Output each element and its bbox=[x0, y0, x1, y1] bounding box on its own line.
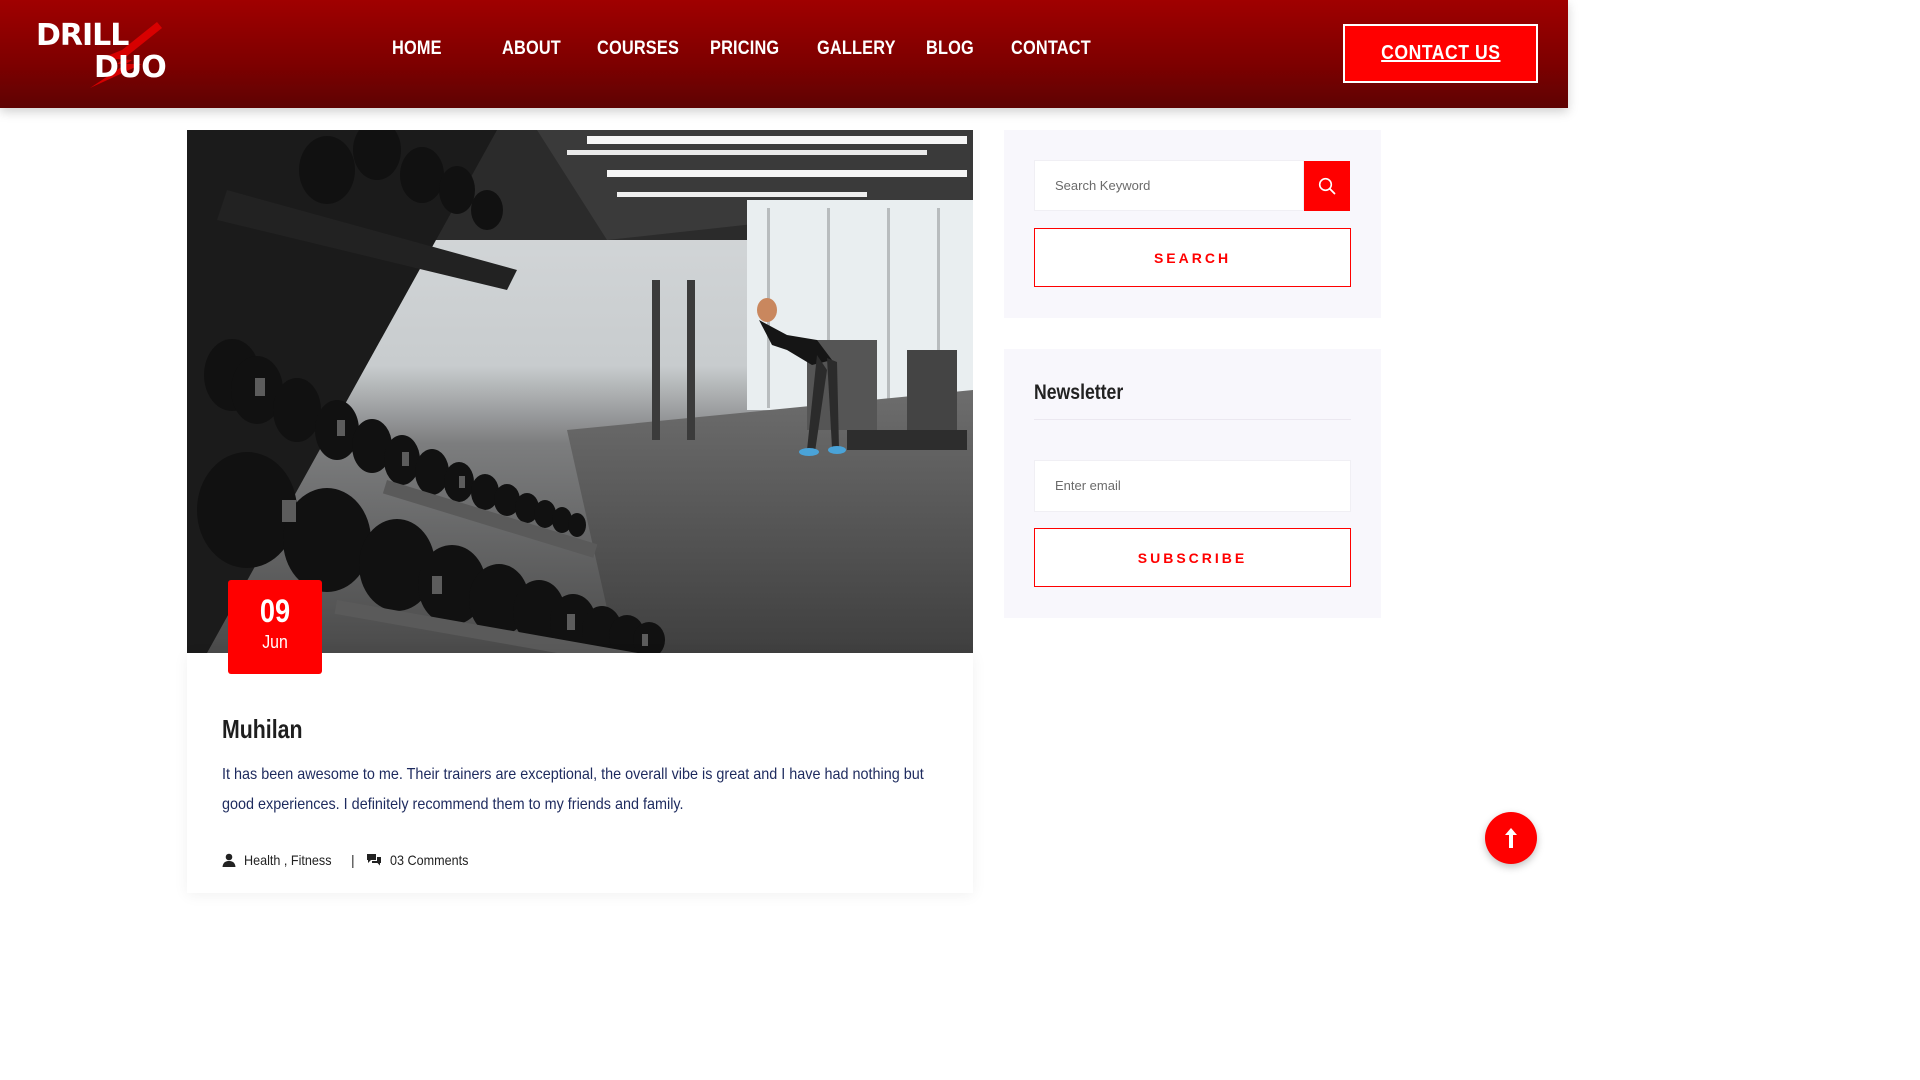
post-comments-link[interactable]: 03 Comments bbox=[390, 852, 468, 868]
search-widget: Search Keyword SEARCH bbox=[1004, 130, 1381, 318]
post-meta: Health , Fitness | 03 Comments bbox=[222, 852, 477, 868]
post-date-day: 09 bbox=[259, 593, 291, 629]
nav-courses[interactable]: COURSES bbox=[597, 38, 694, 60]
site-logo[interactable]: DRILL DUO bbox=[34, 16, 176, 90]
post-featured-image[interactable] bbox=[187, 130, 973, 653]
main-nav: HOME ABOUT COURSES PRICING GALLERY BLOG … bbox=[392, 38, 1101, 60]
user-icon bbox=[222, 853, 236, 867]
site-header: DRILL DUO HOME ABOUT COURSES PRICING GAL… bbox=[0, 0, 1568, 108]
scroll-to-top-button[interactable] bbox=[1485, 812, 1537, 864]
nav-contact[interactable]: CONTACT bbox=[1011, 38, 1091, 60]
newsletter-widget: Newsletter Enter email SUBSCRIBE bbox=[1004, 349, 1381, 618]
newsletter-title: Newsletter bbox=[1034, 381, 1124, 404]
gym-photo-illustration bbox=[187, 130, 973, 653]
post-date-month: Jun bbox=[262, 632, 288, 652]
logo-text-drill: DRILL bbox=[36, 18, 129, 53]
search-input[interactable]: Search Keyword bbox=[1034, 160, 1304, 211]
search-button[interactable]: SEARCH bbox=[1034, 228, 1351, 287]
contact-us-label: CONTACT US bbox=[1380, 42, 1501, 64]
search-icon-button[interactable] bbox=[1304, 161, 1350, 211]
post-excerpt: It has been awesome to me. Their trainer… bbox=[222, 760, 952, 820]
subscribe-button[interactable]: SUBSCRIBE bbox=[1034, 528, 1351, 587]
nav-pricing[interactable]: PRICING bbox=[710, 38, 802, 60]
post-title[interactable]: Muhilan bbox=[222, 714, 303, 745]
search-icon bbox=[1318, 177, 1336, 195]
contact-us-button[interactable]: CONTACT US bbox=[1343, 24, 1538, 83]
nav-about[interactable]: ABOUT bbox=[502, 38, 584, 60]
nav-gallery[interactable]: GALLERY bbox=[817, 38, 911, 60]
newsletter-divider bbox=[1034, 419, 1351, 420]
post-date-badge: 09 Jun bbox=[228, 580, 322, 674]
comments-icon bbox=[366, 854, 381, 866]
nav-blog[interactable]: BLOG bbox=[926, 38, 999, 60]
meta-separator: | bbox=[351, 852, 355, 868]
post-excerpt-line-1: It has been awesome to me. Their trainer… bbox=[222, 766, 924, 783]
post-categories-link[interactable]: Health , Fitness bbox=[244, 852, 332, 868]
post-excerpt-line-2: good experiences. I definitely recommend… bbox=[222, 796, 684, 813]
nav-home[interactable]: HOME bbox=[392, 38, 468, 60]
newsletter-email-input[interactable]: Enter email bbox=[1034, 460, 1351, 512]
arrow-up-icon bbox=[1505, 828, 1517, 848]
logo-text-duo: DUO bbox=[94, 50, 167, 85]
